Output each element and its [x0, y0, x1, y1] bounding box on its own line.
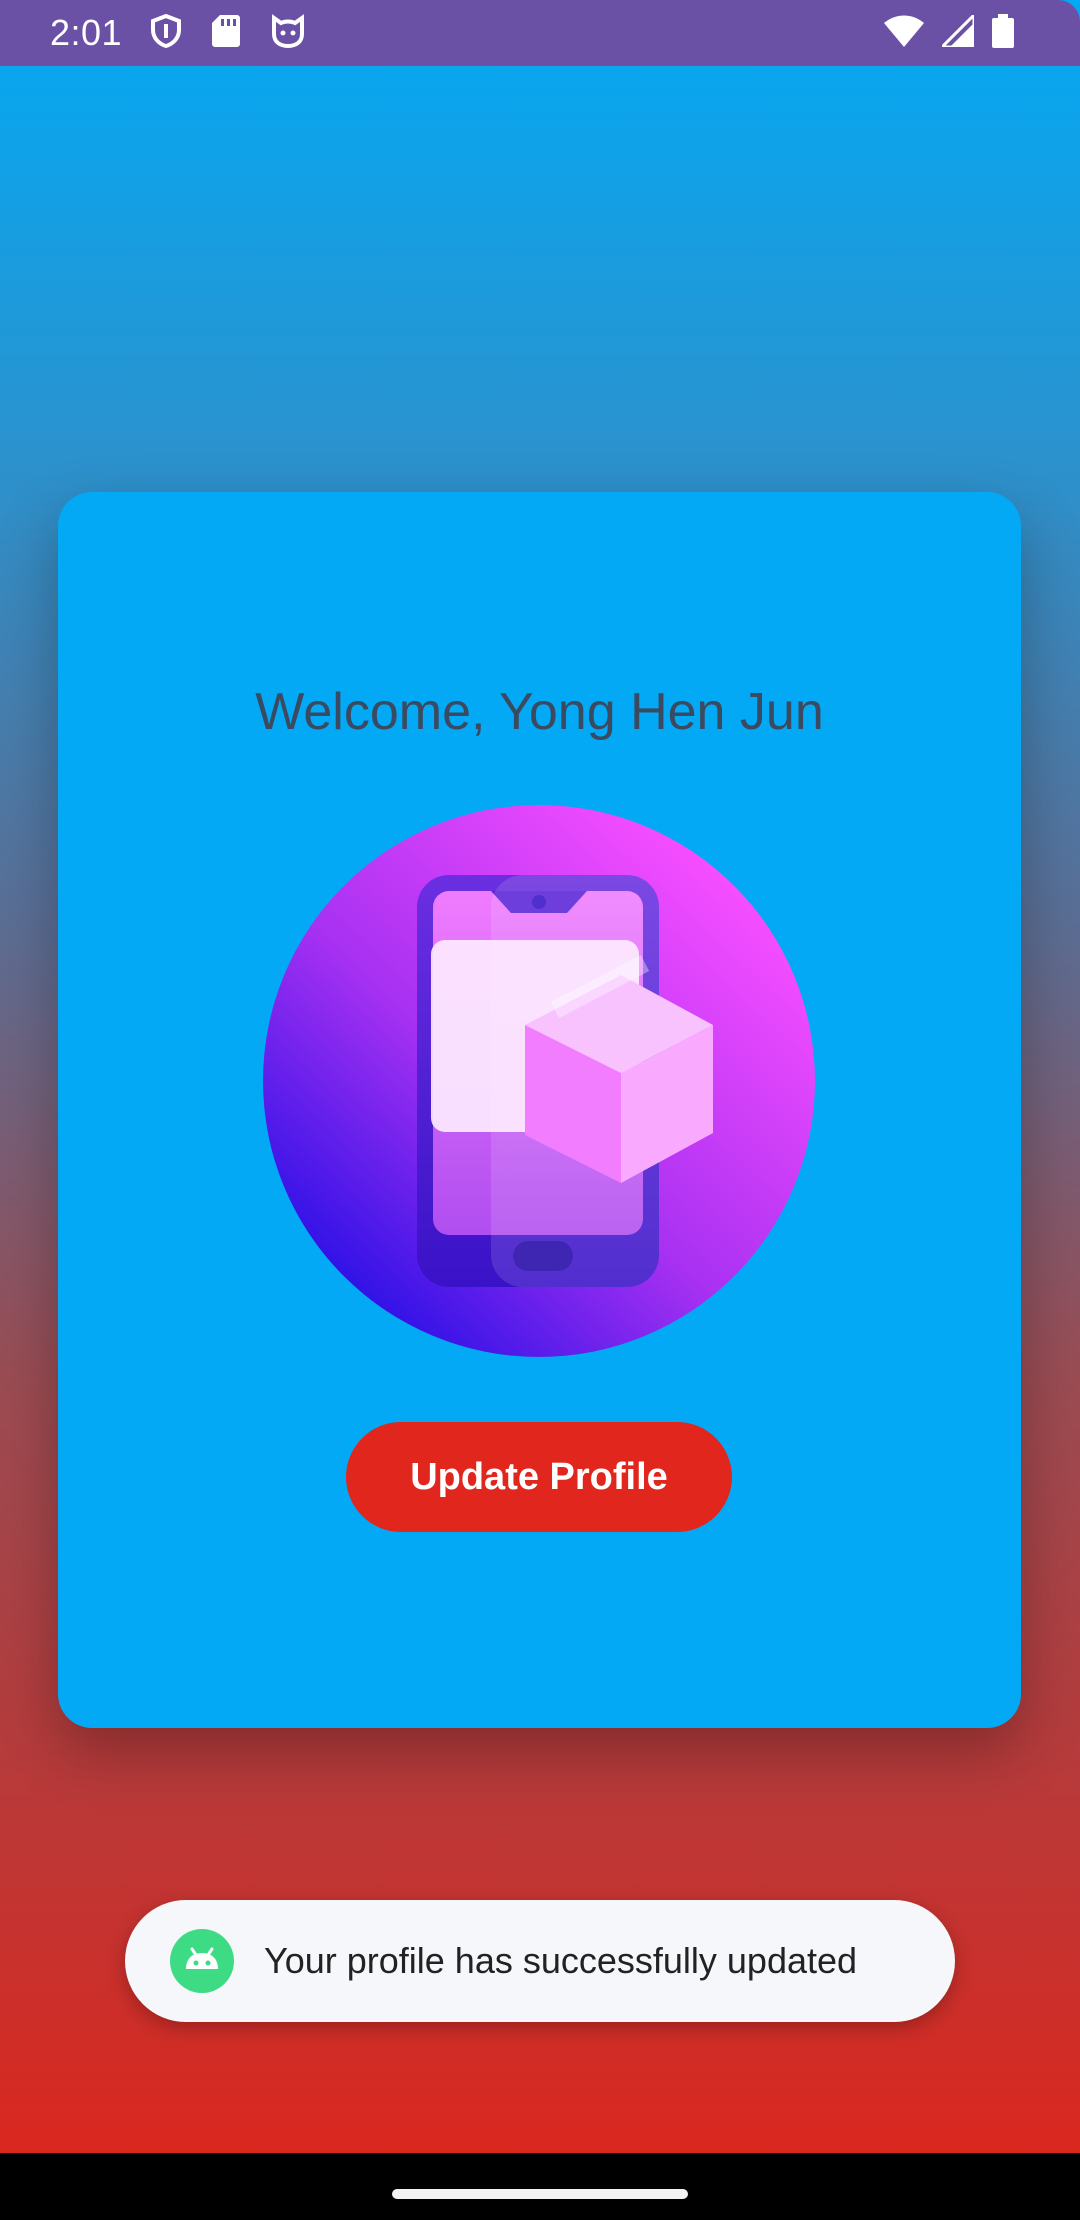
- wifi-icon: [884, 15, 924, 52]
- home-gesture-handle[interactable]: [392, 2189, 688, 2199]
- android-icon: [170, 1929, 234, 1993]
- status-time: 2:01: [50, 12, 123, 53]
- profile-card: Welcome, Yong Hen Jun Update Profile: [58, 492, 1021, 1728]
- cat-face-icon: [270, 13, 306, 53]
- sd-card-icon: [212, 14, 241, 52]
- status-bar: 2:01: [0, 0, 1080, 66]
- update-profile-button[interactable]: Update Profile: [346, 1422, 732, 1532]
- battery-icon: [992, 13, 1014, 53]
- navigation-bar: [0, 2153, 1080, 2220]
- cell-signal-icon: [938, 10, 976, 52]
- phone-box-illustration: [263, 805, 815, 1357]
- toast-notification: Your profile has successfully updated: [125, 1900, 955, 2022]
- shield-icon: [150, 13, 182, 53]
- screen-background: 2:01 Welcome, Yong Hen Jun Update Profil…: [0, 0, 1080, 2220]
- welcome-heading: Welcome, Yong Hen Jun: [255, 683, 824, 741]
- toast-message: Your profile has successfully updated: [264, 1940, 858, 1981]
